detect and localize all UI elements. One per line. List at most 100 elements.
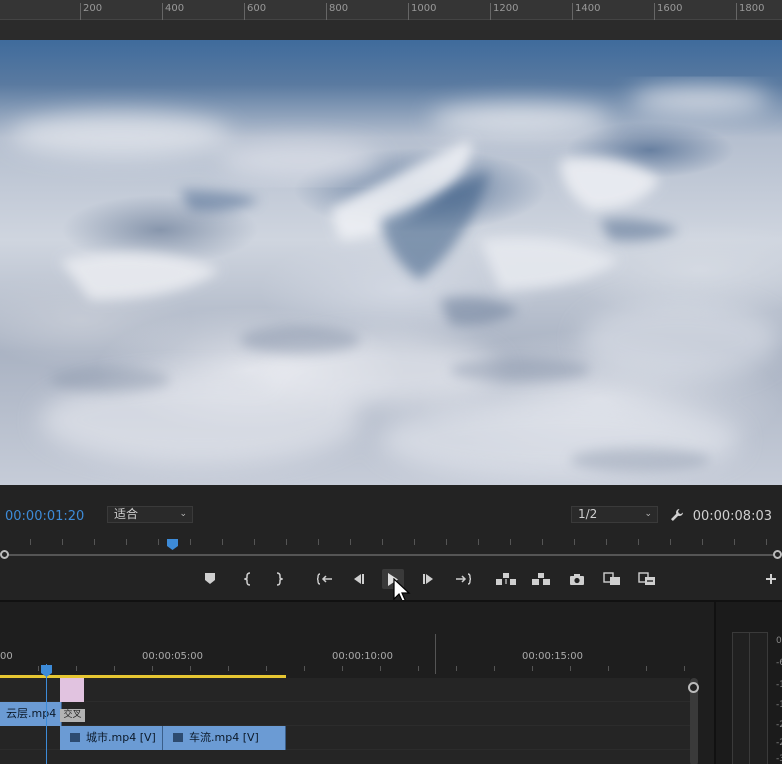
monitor-controls: 00:00:01:20 适合 ⌄ 1/2 ⌄ 00:00:08:03 bbox=[0, 485, 782, 604]
ruler-tick bbox=[244, 3, 245, 20]
ruler-tick bbox=[80, 3, 81, 20]
timeline-ruler-label: 00 bbox=[0, 651, 13, 662]
lift-icon[interactable] bbox=[495, 569, 517, 589]
scrub-tick bbox=[414, 539, 415, 545]
ruler-label: 800 bbox=[329, 3, 349, 14]
go-to-in-icon[interactable] bbox=[314, 569, 336, 589]
scrub-tick bbox=[670, 539, 671, 545]
scrub-tick bbox=[478, 539, 479, 545]
scrub-tick bbox=[638, 539, 639, 545]
duration-timecode: 00:00:08:03 bbox=[692, 509, 772, 524]
track-v3[interactable] bbox=[0, 678, 690, 702]
meter-tick-label: -2 bbox=[776, 720, 782, 730]
scrub-tick bbox=[222, 539, 223, 545]
clip-chengshi[interactable]: 城市.mp4 [V] bbox=[60, 726, 163, 750]
in-point-handle[interactable] bbox=[0, 550, 9, 559]
meter-tick-label: -1 bbox=[776, 700, 782, 710]
meter-tick-label: -6 bbox=[776, 658, 782, 668]
scrub-tick bbox=[94, 539, 95, 545]
zoom-level-select[interactable]: 适合 ⌄ bbox=[107, 506, 193, 523]
step-forward-icon[interactable] bbox=[418, 569, 440, 589]
timeline-tick bbox=[342, 666, 343, 671]
zoom-level-value: 适合 bbox=[114, 507, 139, 521]
scrub-bar[interactable] bbox=[0, 535, 782, 561]
playhead-marker-icon[interactable] bbox=[41, 662, 52, 677]
scrollbar-handle[interactable] bbox=[688, 682, 699, 693]
timeline-tick bbox=[646, 666, 647, 671]
timeline-ruler-label: 00:00:05:00 bbox=[142, 651, 204, 662]
step-back-icon[interactable] bbox=[347, 569, 369, 589]
timeline-tick bbox=[228, 666, 229, 671]
scrub-tick bbox=[30, 539, 31, 545]
timeline-tick bbox=[608, 666, 609, 671]
scrub-tick bbox=[286, 539, 287, 545]
timeline-playhead[interactable] bbox=[46, 664, 47, 764]
ruler-label: 1200 bbox=[493, 3, 519, 14]
marker-icon[interactable] bbox=[199, 569, 221, 589]
extract-icon[interactable] bbox=[530, 569, 552, 589]
mark-in-icon[interactable] bbox=[237, 569, 259, 589]
timeline-tick bbox=[684, 666, 685, 671]
top-ruler: 200 400 600 800 1000 1200 1400 1600 1800 bbox=[0, 0, 782, 40]
scrub-track[interactable] bbox=[5, 554, 777, 556]
timeline-tick bbox=[114, 666, 115, 671]
mark-out-icon[interactable] bbox=[268, 569, 290, 589]
track-v1[interactable]: 城市.mp4 [V] 车流.mp4 [V] bbox=[0, 726, 690, 750]
playhead-marker-icon[interactable] bbox=[167, 535, 178, 550]
clip-yunceng[interactable]: 云层.mp4 [ bbox=[0, 702, 62, 726]
transport-controls bbox=[0, 565, 782, 604]
scrub-tick bbox=[382, 539, 383, 545]
timeline-tick bbox=[570, 666, 571, 671]
chevron-down-icon: ⌄ bbox=[644, 509, 652, 519]
program-monitor-video[interactable] bbox=[0, 40, 782, 485]
scrub-tick bbox=[62, 539, 63, 545]
track-v2[interactable]: 云层.mp4 [ bbox=[0, 702, 690, 726]
cloud-texture bbox=[10, 86, 780, 480]
ruler-tick bbox=[490, 3, 491, 20]
ruler-tick bbox=[162, 3, 163, 20]
audio-meter-panel: 0 -6 -1 -1 -2 -2 -3 bbox=[714, 600, 782, 764]
ruler-tick bbox=[572, 3, 573, 20]
ruler-tick bbox=[326, 3, 327, 20]
go-to-out-icon[interactable] bbox=[452, 569, 474, 589]
playhead-timecode[interactable]: 00:00:01:20 bbox=[5, 509, 84, 524]
meter-tick-label: 0 bbox=[776, 636, 782, 646]
timeline-tick bbox=[76, 666, 77, 671]
scrub-tick bbox=[350, 539, 351, 545]
timeline-panel[interactable]: 00 00:00:05:00 00:00:10:00 00:00:15:00 云… bbox=[0, 600, 714, 764]
track-a1[interactable] bbox=[0, 750, 690, 764]
transition-clip[interactable] bbox=[60, 678, 84, 702]
export-frame-icon[interactable] bbox=[566, 569, 588, 589]
timeline-tick bbox=[380, 666, 381, 671]
comparison-view-icon[interactable] bbox=[601, 569, 623, 589]
ruler-bar: 200 400 600 800 1000 1200 1400 1600 1800 bbox=[0, 0, 782, 20]
transition-label[interactable]: 交叉 bbox=[60, 709, 85, 722]
clip-cheliu[interactable]: 车流.mp4 [V] bbox=[163, 726, 286, 750]
wrench-icon[interactable] bbox=[670, 507, 684, 521]
fx-badge-icon bbox=[173, 733, 183, 742]
timeline-tick bbox=[266, 666, 267, 671]
audio-meter-channel bbox=[732, 632, 750, 764]
chevron-down-icon: ⌄ bbox=[179, 509, 187, 519]
timeline-tick bbox=[456, 666, 457, 671]
ruler-label: 1800 bbox=[739, 3, 765, 14]
out-point-handle[interactable] bbox=[773, 550, 782, 559]
scrub-tick bbox=[702, 539, 703, 545]
scrub-tick bbox=[734, 539, 735, 545]
ruler-label: 1400 bbox=[575, 3, 601, 14]
timeline-tick bbox=[152, 666, 153, 671]
ruler-tick bbox=[408, 3, 409, 20]
ruler-label: 400 bbox=[165, 3, 185, 14]
meter-tick-label: -2 bbox=[776, 738, 782, 748]
timeline-marker-line bbox=[435, 634, 436, 674]
proxy-toggle-icon[interactable] bbox=[636, 569, 658, 589]
playback-resolution-select[interactable]: 1/2 ⌄ bbox=[571, 506, 658, 523]
timeline-tick bbox=[38, 666, 39, 671]
timeline-ruler-label: 00:00:10:00 bbox=[332, 651, 394, 662]
scrub-tick bbox=[574, 539, 575, 545]
ruler-label: 600 bbox=[247, 3, 267, 14]
ruler-label: 1600 bbox=[657, 3, 683, 14]
scrub-tick bbox=[126, 539, 127, 545]
timeline-tick bbox=[532, 666, 533, 671]
add-button-icon[interactable] bbox=[760, 569, 782, 589]
